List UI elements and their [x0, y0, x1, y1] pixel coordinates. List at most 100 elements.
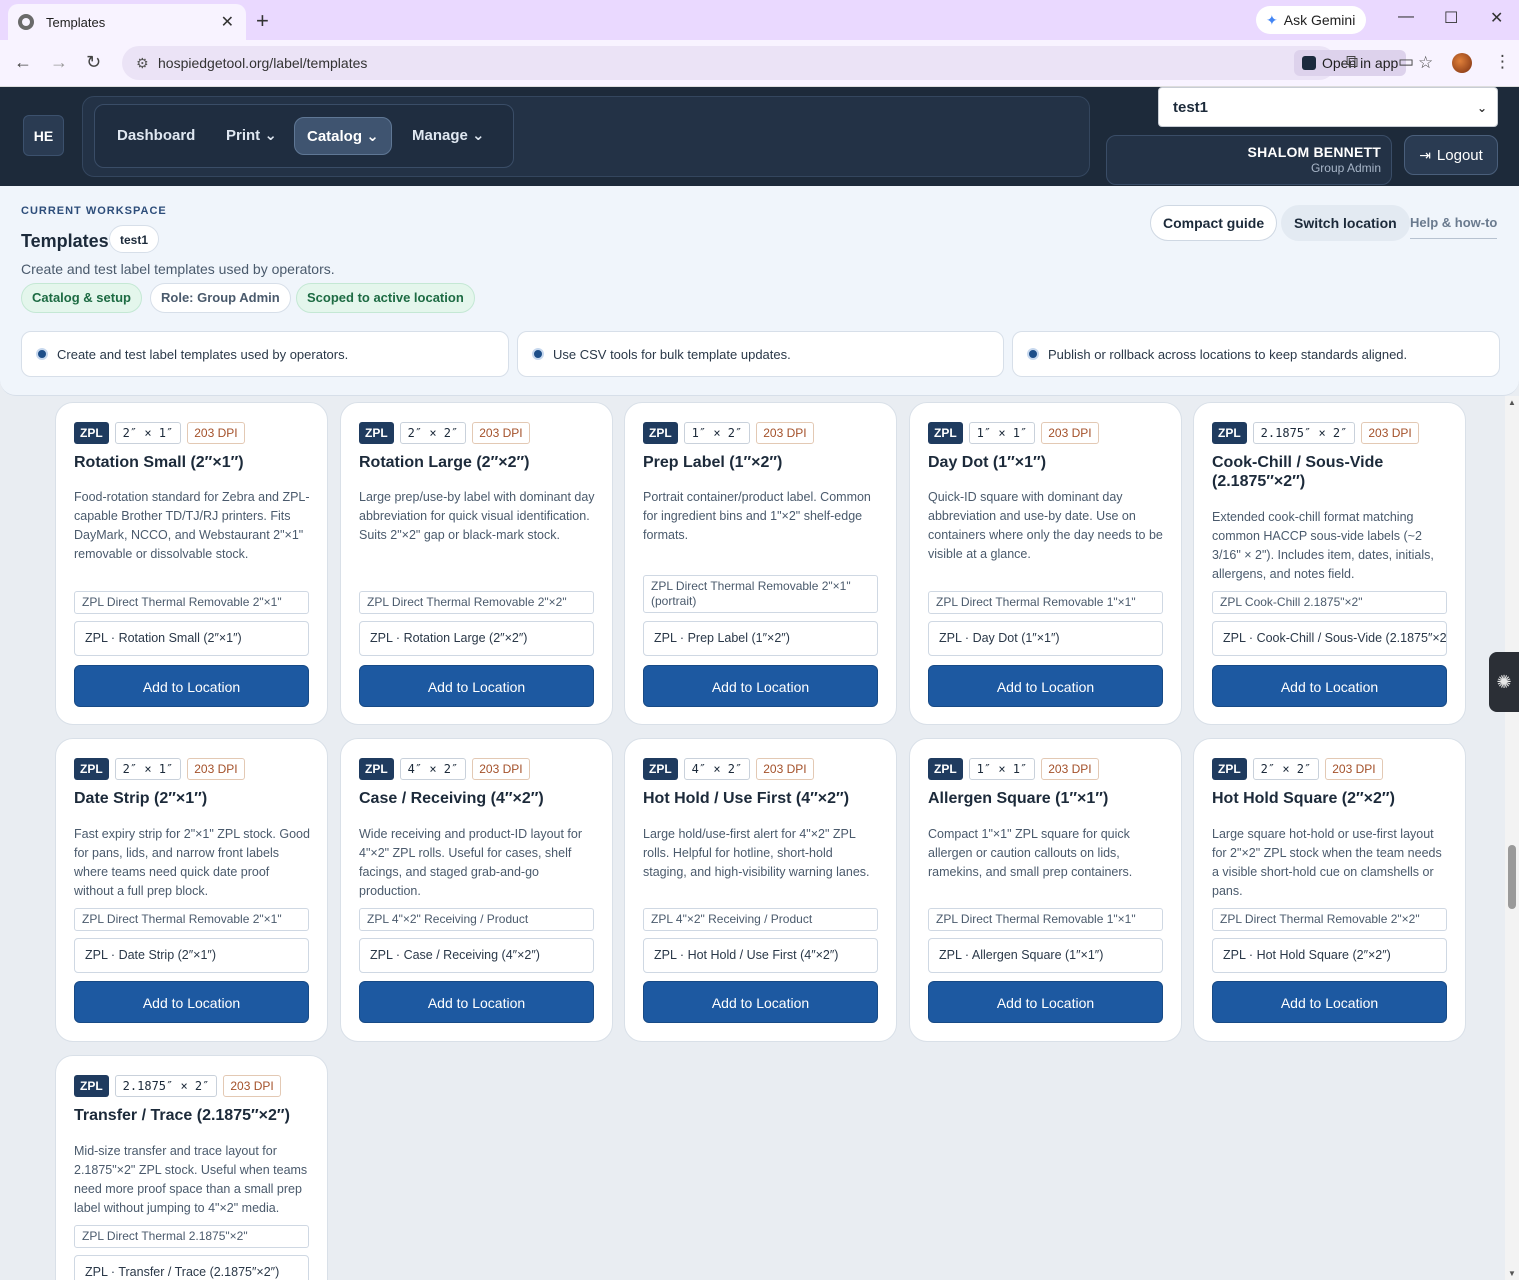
format-badge: ZPL	[643, 422, 678, 444]
tip-text: Create and test label templates used by …	[57, 346, 349, 362]
format-badge: ZPL	[74, 1075, 109, 1097]
card-title: Hot Hold / Use First (4″×2″)	[643, 790, 850, 807]
nav-dashboard[interactable]: Dashboard	[105, 117, 207, 155]
template-select[interactable]: ZPL · Day Dot (1″×1″)	[928, 621, 1163, 656]
page-subtitle: Create and test label templates used by …	[21, 261, 335, 277]
chevron-down-icon: ⌄	[264, 127, 277, 144]
forward-icon[interactable]: →	[50, 52, 68, 73]
dpi-badge: 203 DPI	[187, 422, 245, 444]
url-text[interactable]: hospiedgetool.org/label/templates	[158, 55, 367, 71]
add-to-location-button[interactable]: Add to Location	[928, 981, 1163, 1023]
switch-location-button[interactable]: Switch location	[1281, 205, 1410, 241]
app-header: HE Dashboard Print ⌄ Catalog ⌄ Manage ⌄ …	[0, 87, 1519, 186]
maximize-icon[interactable]: ☐	[1444, 8, 1458, 28]
user-role: Group Admin	[1310, 161, 1381, 175]
card-description: Large prep/use-by label with dominant da…	[359, 490, 595, 542]
media-chip: ZPL Direct Thermal Removable 2"×1"	[74, 591, 309, 614]
size-badge: 1″ × 2″	[683, 422, 751, 444]
add-to-location-button[interactable]: Add to Location	[359, 981, 594, 1023]
add-to-location-button[interactable]: Add to Location	[359, 665, 594, 707]
profile-avatar[interactable]	[1452, 53, 1472, 73]
template-select[interactable]: ZPL · Hot Hold / Use First (4″×2″)	[643, 938, 878, 973]
template-select[interactable]: ZPL · Rotation Large (2″×2″)	[359, 621, 594, 656]
nav-manage[interactable]: Manage ⌄	[400, 117, 497, 155]
dpi-badge: 203 DPI	[1361, 422, 1419, 444]
logout-label: Logout	[1436, 146, 1483, 164]
browser-tab[interactable]: Templates ✕	[8, 4, 246, 40]
nav-print-label: Print	[226, 127, 261, 144]
format-badge: ZPL	[359, 758, 394, 780]
pill-catalog: Catalog & setup	[21, 283, 142, 313]
size-badge: 2″ × 2″	[1252, 758, 1320, 780]
template-select[interactable]: ZPL · Allergen Square (1″×1″)	[928, 938, 1163, 973]
scroll-thumb[interactable]	[1508, 845, 1516, 909]
template-card: ZPL 2.1875″ × 2″ 203 DPI Cook-Chill / Sous…	[1193, 402, 1466, 725]
add-to-location-button[interactable]: Add to Location	[74, 981, 309, 1023]
minimize-icon[interactable]: —	[1398, 8, 1414, 26]
template-select[interactable]: ZPL · Case / Receiving (4″×2″)	[359, 938, 594, 973]
card-title: Prep Label (1″×2″)	[643, 454, 783, 471]
workspace-select[interactable]: test1 ⌄	[1158, 87, 1498, 127]
nav-print[interactable]: Print ⌄	[214, 117, 289, 155]
card-title: Rotation Large (2″×2″)	[359, 454, 530, 471]
template-select[interactable]: ZPL · Rotation Small (2″×1″)	[74, 621, 309, 656]
tip-text: Publish or rollback across locations to …	[1048, 346, 1408, 362]
format-badge: ZPL	[1212, 422, 1247, 444]
help-link[interactable]: Help & how-to	[1410, 215, 1498, 239]
chevron-down-icon: ⌄	[366, 128, 379, 145]
compact-guide-button[interactable]: Compact guide	[1150, 205, 1278, 241]
media-chip: ZPL 4"×2" Receiving / Product	[643, 908, 878, 931]
dpi-badge: 203 DPI	[472, 422, 530, 444]
card-description: Large square hot-hold or use-first layou…	[1212, 827, 1442, 898]
media-icon[interactable]: ▭	[1398, 52, 1414, 72]
extensions-icon[interactable]: ⧉	[1346, 52, 1358, 72]
user-name: SHALOM BENNETT	[1247, 144, 1381, 160]
template-select[interactable]: ZPL · Cook-Chill / Sous-Vide (2.1875″×2″…	[1212, 621, 1447, 656]
assistant-icon[interactable]: ✺	[1489, 652, 1519, 712]
add-to-location-button[interactable]: Add to Location	[643, 981, 878, 1023]
dpi-badge: 203 DPI	[756, 758, 814, 780]
star-icon[interactable]: ☆	[1418, 53, 1433, 73]
template-select[interactable]: ZPL · Hot Hold Square (2″×2″)	[1212, 938, 1447, 973]
page-scrollbar[interactable]: ▲ ▼	[1505, 396, 1519, 1280]
logout-button[interactable]: ⇥ Logout	[1404, 135, 1498, 175]
template-select[interactable]: ZPL · Transfer / Trace (2.1875″×2″)	[74, 1255, 309, 1280]
add-to-location-button[interactable]: Add to Location	[928, 665, 1163, 707]
add-to-location-button[interactable]: Add to Location	[74, 665, 309, 707]
media-chip: ZPL Direct Thermal Removable 2"×2"	[359, 591, 594, 614]
template-card: ZPL 2″ × 2″ 203 DPI Hot Hold Square (2″×2″…	[1193, 738, 1466, 1042]
add-to-location-button[interactable]: Add to Location	[1212, 665, 1447, 707]
window-close-icon[interactable]: ✕	[1490, 8, 1503, 28]
template-card: ZPL 4″ × 2″ 203 DPI Hot Hold / Use First (…	[624, 738, 897, 1042]
add-to-location-button[interactable]: Add to Location	[643, 665, 878, 707]
add-to-location-button[interactable]: Add to Location	[1212, 981, 1447, 1023]
chevron-down-icon: ⌄	[1476, 101, 1487, 115]
menu-icon[interactable]: ⋮	[1494, 52, 1511, 72]
tip-card: Use CSV tools for bulk template updates.	[517, 331, 1004, 377]
pill-scope: Scoped to active location	[296, 283, 475, 313]
back-icon[interactable]: ←	[14, 52, 32, 73]
tab-close-icon[interactable]: ✕	[221, 12, 234, 32]
card-title: Rotation Small (2″×1″)	[74, 454, 244, 471]
media-chip: ZPL 4"×2" Receiving / Product	[359, 908, 594, 931]
ask-gemini-button[interactable]: ✦ Ask Gemini	[1256, 6, 1366, 34]
address-bar[interactable]: ⚙ hospiedgetool.org/label/templates Open…	[122, 46, 1433, 80]
template-card: ZPL 4″ × 2″ 203 DPI Case / Receiving (4″×2…	[340, 738, 613, 1042]
nav-manage-label: Manage	[412, 127, 468, 144]
page-title: Templates	[21, 231, 109, 251]
template-select[interactable]: ZPL · Prep Label (1″×2″)	[643, 621, 878, 656]
dpi-badge: 203 DPI	[1325, 758, 1383, 780]
format-badge: ZPL	[74, 758, 109, 780]
reload-icon[interactable]: ↻	[86, 52, 101, 73]
new-tab-button[interactable]: +	[256, 8, 269, 34]
nav-catalog[interactable]: Catalog ⌄	[294, 117, 392, 155]
card-title: Cook-Chill / Sous-Vide (2.1875″×2″)	[1212, 454, 1384, 490]
template-grid: ZPL 2″ × 1″ 203 DPI Rotation Small (2″×1″)…	[0, 396, 1505, 1280]
tune-icon[interactable]: ⚙	[136, 55, 149, 72]
open-in-app-label: Open in app	[1322, 55, 1399, 71]
template-select[interactable]: ZPL · Date Strip (2″×1″)	[74, 938, 309, 973]
logo[interactable]: HE	[23, 115, 64, 156]
scroll-up-icon[interactable]: ▲	[1508, 398, 1516, 407]
card-description: Compact 1"×1" ZPL square for quick aller…	[928, 827, 1133, 879]
scroll-down-icon[interactable]: ▼	[1508, 1269, 1516, 1278]
